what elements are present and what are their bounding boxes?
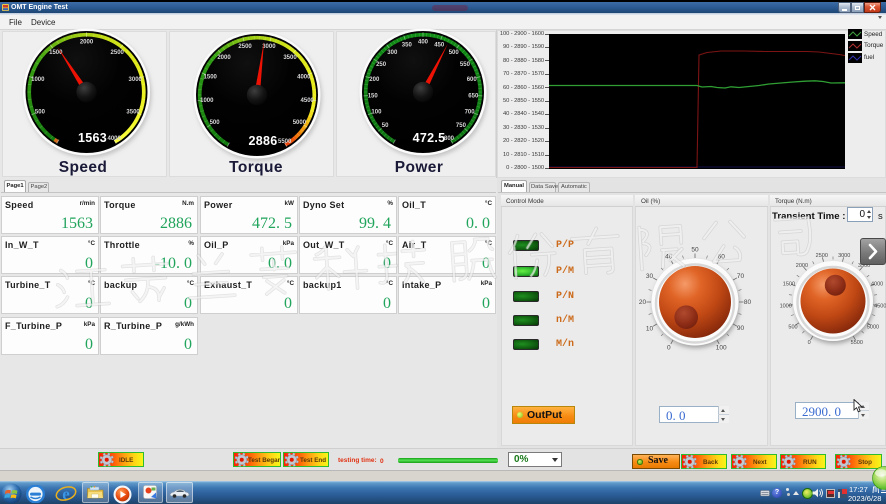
- svg-text:200: 200: [369, 77, 380, 83]
- svg-text:550: 550: [460, 62, 471, 68]
- svg-text:0: 0: [808, 340, 811, 346]
- svg-text:1000: 1000: [31, 77, 45, 83]
- svg-text:500: 500: [35, 109, 46, 115]
- svg-text:3500: 3500: [126, 109, 140, 115]
- svg-text:3000: 3000: [129, 77, 143, 83]
- svg-text:4500: 4500: [874, 304, 886, 310]
- svg-text:10: 10: [646, 325, 654, 332]
- svg-text:5000: 5000: [867, 325, 879, 331]
- svg-text:3500: 3500: [283, 55, 297, 61]
- svg-text:2500: 2500: [238, 44, 252, 50]
- svg-text:5000: 5000: [293, 120, 307, 126]
- svg-text:1000: 1000: [200, 98, 214, 104]
- svg-text:4000: 4000: [108, 136, 122, 142]
- svg-text:500: 500: [788, 325, 797, 331]
- svg-text:5500: 5500: [851, 340, 863, 346]
- svg-text:500: 500: [210, 120, 221, 126]
- svg-text:80: 80: [744, 299, 752, 306]
- svg-text:3000: 3000: [262, 44, 276, 50]
- svg-text:350: 350: [402, 42, 413, 48]
- svg-text:250: 250: [376, 62, 387, 68]
- svg-text:50: 50: [382, 123, 389, 129]
- svg-text:100: 100: [716, 345, 727, 352]
- svg-text:2000: 2000: [217, 55, 231, 61]
- svg-text:4000: 4000: [871, 281, 883, 287]
- svg-text:500: 500: [449, 50, 460, 56]
- svg-text:2886: 2886: [248, 134, 277, 148]
- svg-text:0: 0: [667, 345, 671, 352]
- svg-text:150: 150: [368, 93, 379, 99]
- svg-text:1563: 1563: [78, 131, 107, 145]
- svg-text:450: 450: [434, 42, 445, 48]
- svg-text:20: 20: [639, 299, 647, 306]
- svg-text:700: 700: [465, 109, 476, 115]
- svg-text:5500: 5500: [278, 139, 292, 145]
- svg-text:400: 400: [418, 40, 429, 46]
- svg-text:750: 750: [456, 123, 467, 129]
- svg-text:800: 800: [444, 136, 455, 142]
- svg-text:2500: 2500: [111, 50, 125, 56]
- svg-text:300: 300: [387, 50, 398, 56]
- svg-text:600: 600: [467, 77, 478, 83]
- svg-text:100: 100: [371, 109, 382, 115]
- svg-text:2000: 2000: [80, 40, 94, 46]
- svg-text:1000: 1000: [780, 304, 792, 310]
- svg-text:650: 650: [468, 93, 479, 99]
- svg-text:4500: 4500: [301, 98, 315, 104]
- svg-text:90: 90: [737, 325, 745, 332]
- svg-text:1500: 1500: [204, 74, 218, 80]
- svg-text:4000: 4000: [297, 74, 311, 80]
- svg-text:472.5: 472.5: [413, 131, 446, 145]
